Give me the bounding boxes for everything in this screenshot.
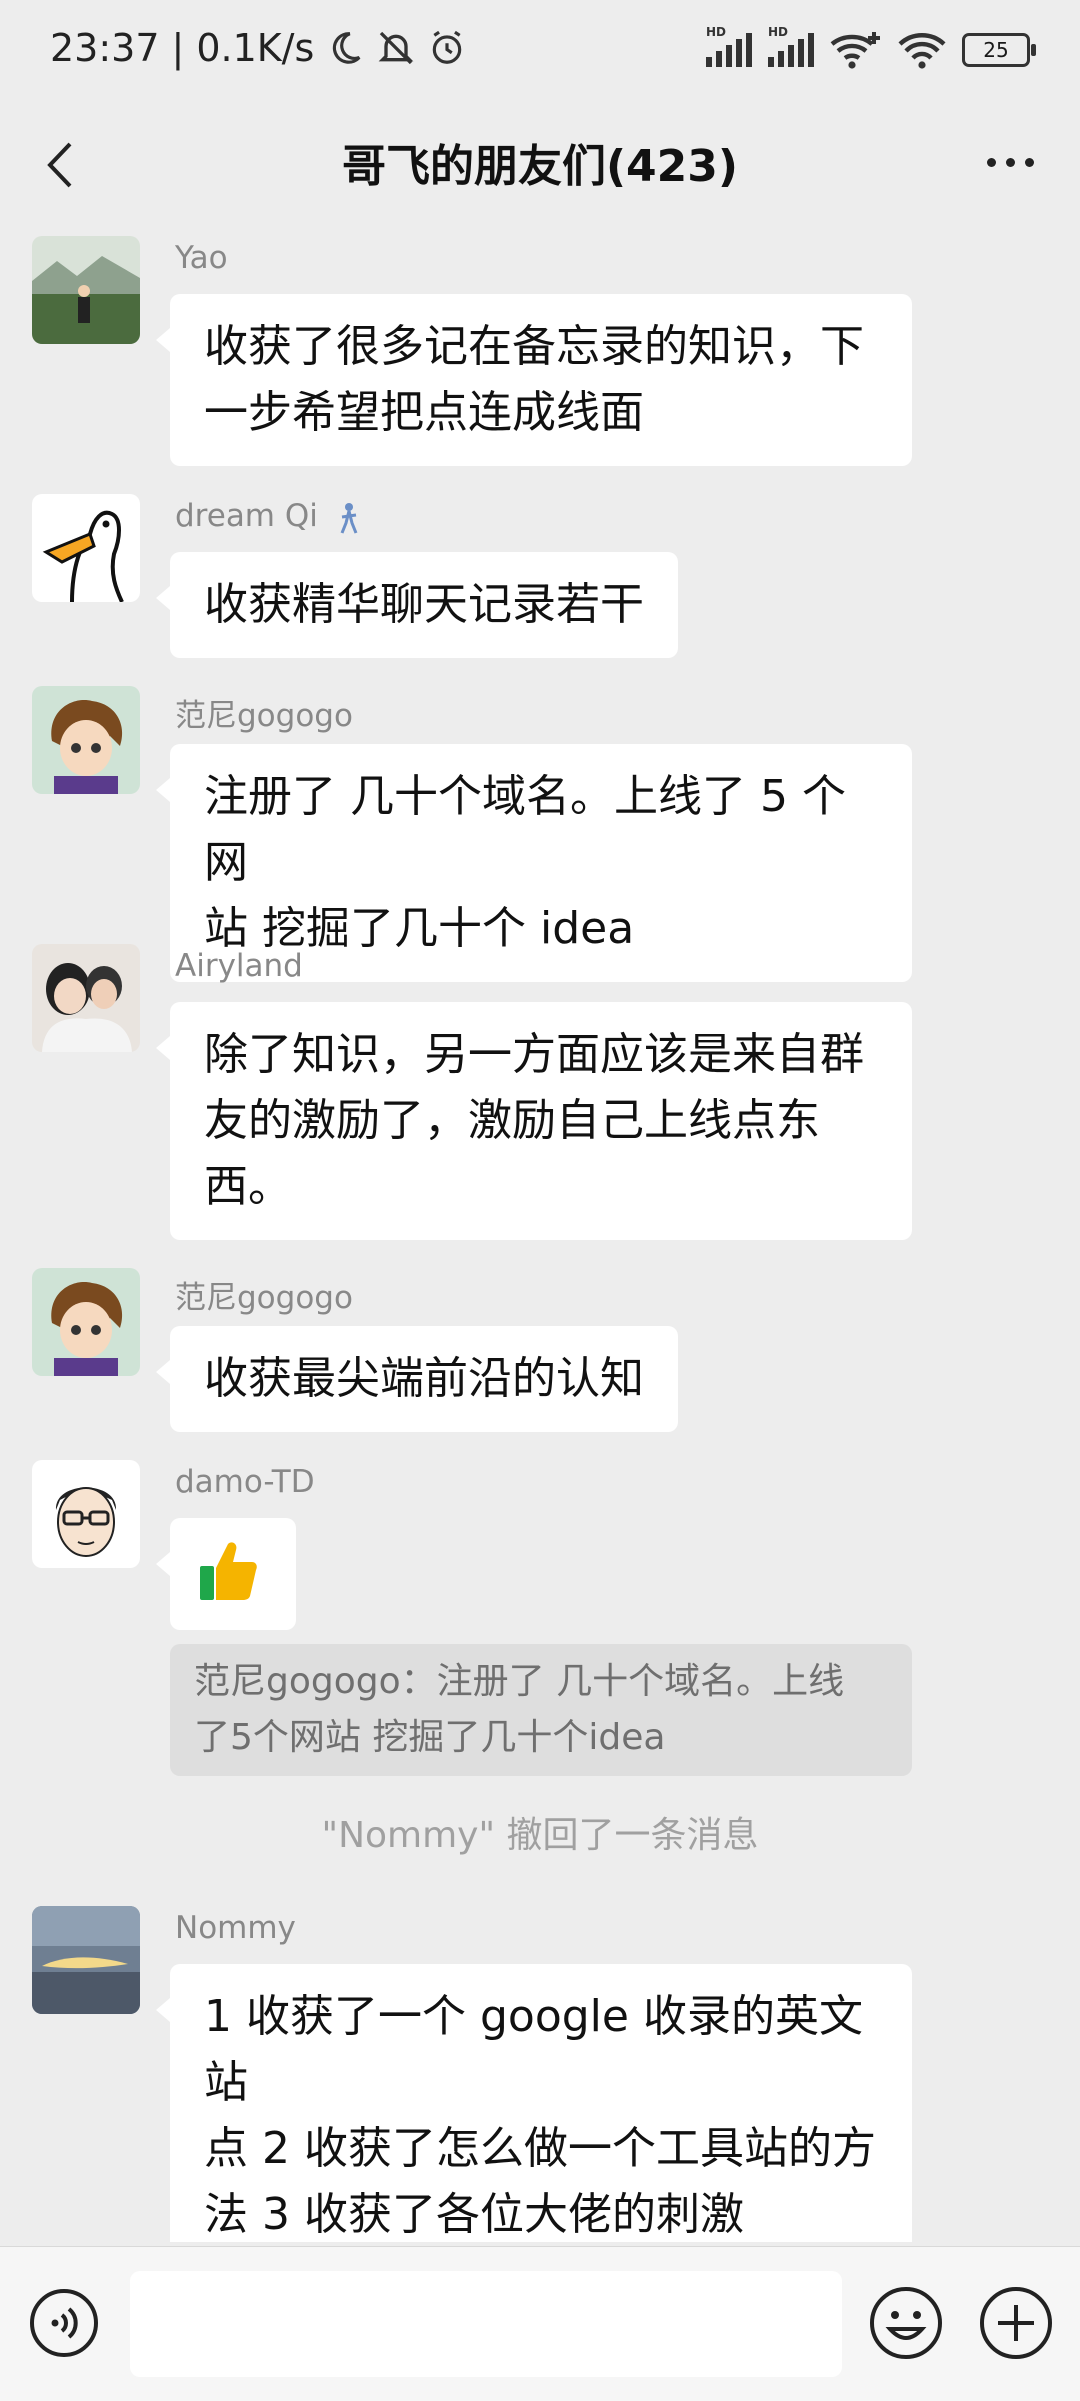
sender-name: 范尼gogogo xyxy=(175,1280,353,1316)
signal-icon-2: HD xyxy=(768,25,814,67)
wifi-icon xyxy=(898,33,946,69)
message-line: 除了知识，另一方面应该是来自群 xyxy=(204,1029,864,1080)
person-icon xyxy=(340,502,358,534)
status-bar: 23:37 | 0.1K/s HD HD 25 xyxy=(0,0,1080,108)
avatar[interactable] xyxy=(32,1268,140,1376)
more-button[interactable] xyxy=(970,132,1050,192)
avatar[interactable] xyxy=(32,1460,140,1568)
nav-bar: 哥飞的朋友们(423) xyxy=(0,108,1080,220)
avatar[interactable] xyxy=(32,1906,140,2014)
sender-name: 范尼gogogo xyxy=(175,698,353,734)
avatar[interactable] xyxy=(32,236,140,344)
message-bubble[interactable]: 除了知识，另一方面应该是来自群 友的激励了，激励自己上线点东 西。 xyxy=(156,1002,912,1240)
emoji-icon xyxy=(870,2287,942,2359)
message-bubble[interactable]: 收获精华聊天记录若干 xyxy=(156,552,678,658)
signal-icon: HD xyxy=(706,25,752,67)
status-left: 23:37 | 0.1K/s xyxy=(50,26,466,70)
status-right: HD HD 25 xyxy=(706,25,1036,70)
avatar[interactable] xyxy=(32,944,140,1052)
quote-line: 范尼gogogo：注册了 几十个域名。上线 xyxy=(194,1661,845,1702)
sender-name: Airyland xyxy=(175,948,303,984)
avatar[interactable] xyxy=(32,494,140,602)
quote-line: 了5个网站 挖掘了几十个idea xyxy=(194,1717,666,1758)
mute-bell-icon xyxy=(378,31,414,65)
message-bubble[interactable] xyxy=(156,1518,296,1630)
message-line: 收获精华聊天记录若干 xyxy=(204,579,644,630)
message-line: 收获最尖端前沿的认知 xyxy=(204,1353,644,1404)
sender-name: Yao xyxy=(175,240,228,276)
wifi-plus-icon xyxy=(830,32,880,69)
message-line: 站 挖掘了几十个 idea xyxy=(204,903,635,954)
status-time: 23:37 xyxy=(50,26,160,70)
plus-button[interactable] xyxy=(978,2285,1054,2361)
sender-name: damo-TD xyxy=(175,1464,315,1500)
message-line: 点 2 收获了怎么做一个工具站的方 xyxy=(204,2123,876,2174)
avatar[interactable] xyxy=(32,686,140,794)
thumbs-up-icon xyxy=(198,1542,258,1617)
message-bubble[interactable]: 1 收获了一个 google 收录的英文站 点 2 收获了怎么做一个工具站的方 … xyxy=(156,1964,912,2242)
sender-name: Nommy xyxy=(175,1910,296,1946)
status-separator: | xyxy=(171,26,185,70)
moon-icon xyxy=(333,32,361,64)
message-bubble[interactable]: 收获了很多记在备忘录的知识，下 一步希望把点连成线面 xyxy=(156,294,912,466)
more-dots-icon xyxy=(986,157,1034,167)
message-line: 注册了 几十个域名。上线了 5 个网 xyxy=(204,771,846,888)
message-bubble[interactable]: 收获最尖端前沿的认知 xyxy=(156,1326,678,1432)
recall-notice: "Nommy" 撤回了一条消息 xyxy=(321,1815,759,1856)
voice-icon xyxy=(30,2289,98,2357)
plus-icon xyxy=(980,2287,1052,2359)
chat-area[interactable]: Yao 收获了很多记在备忘录的知识，下 一步希望把点连成线面 dream Qi … xyxy=(0,222,1080,2242)
chat-title: 哥飞的朋友们(423) xyxy=(341,141,739,192)
message-line: 友的激励了，激励自己上线点东 xyxy=(204,1095,820,1146)
voice-button[interactable] xyxy=(28,2287,100,2359)
alarm-icon xyxy=(433,30,462,64)
message-line: 1 收获了一个 google 收录的英文站 xyxy=(204,1991,863,2108)
message-line: 西。 xyxy=(204,1161,292,1212)
sender-name: dream Qi xyxy=(175,498,364,535)
status-net-speed: 0.1K/s xyxy=(196,26,315,70)
message-line: 一步希望把点连成线面 xyxy=(204,387,644,438)
message-line: 收获了很多记在备忘录的知识，下 xyxy=(204,321,864,372)
battery-icon: 25 xyxy=(962,33,1036,67)
message-bubble[interactable]: 注册了 几十个域名。上线了 5 个网 站 挖掘了几十个 idea xyxy=(156,744,912,982)
quoted-message[interactable]: 范尼gogogo：注册了 几十个域名。上线 了5个网站 挖掘了几十个idea xyxy=(170,1644,912,1776)
input-bar xyxy=(0,2246,1080,2401)
message-input[interactable] xyxy=(130,2271,842,2377)
message-line: 法 3 收获了各位大佬的刺激 xyxy=(204,2189,744,2240)
emoji-button[interactable] xyxy=(868,2285,944,2361)
